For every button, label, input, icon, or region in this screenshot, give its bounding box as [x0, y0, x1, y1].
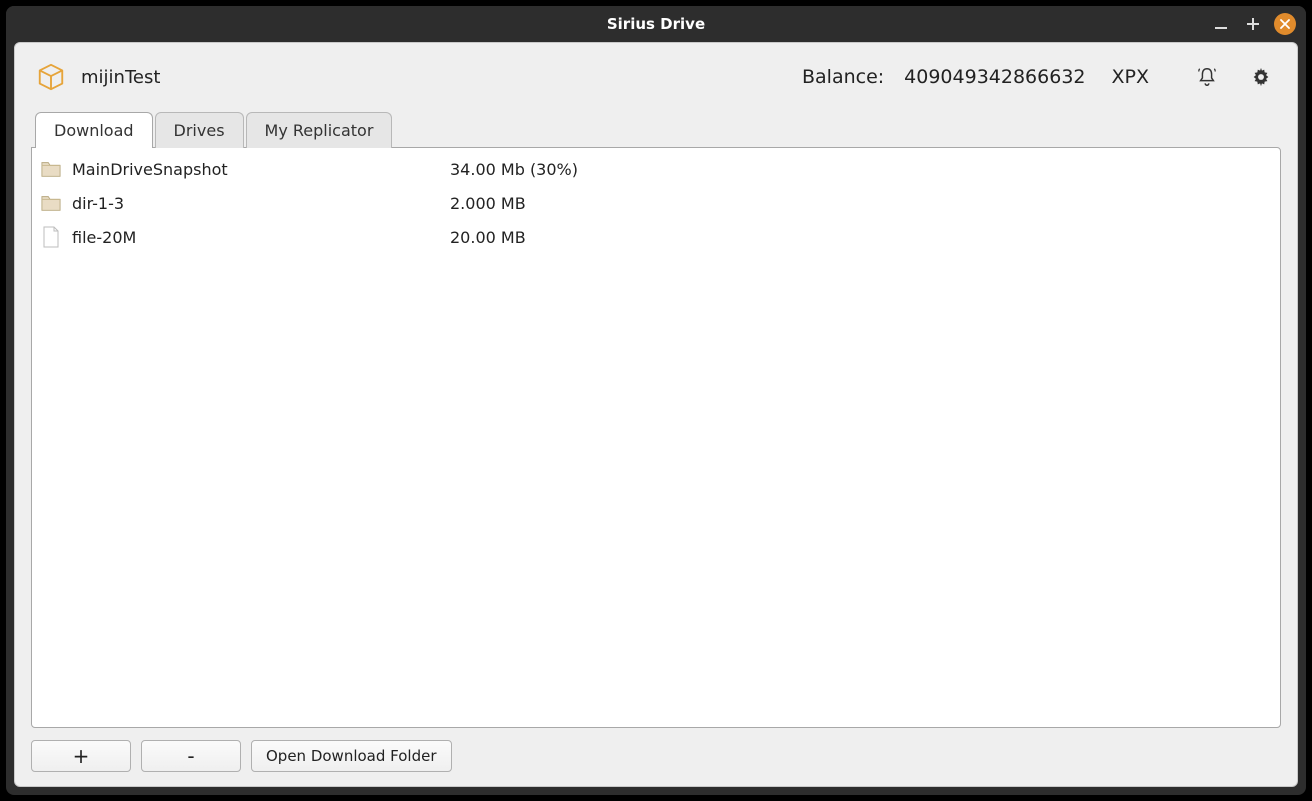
download-size: 34.00 Mb (30%)	[450, 160, 1268, 179]
tab-area: Download Drives My Replicator MainDriveS…	[31, 105, 1281, 772]
gear-icon	[1250, 66, 1272, 88]
app-window: Sirius Drive mijinTest Balance:	[6, 6, 1306, 795]
download-size: 20.00 MB	[450, 228, 1268, 247]
open-download-folder-button[interactable]: Open Download Folder	[251, 740, 452, 772]
folder-icon	[40, 192, 62, 214]
file-icon	[40, 226, 62, 248]
bottom-bar: + - Open Download Folder	[31, 728, 1281, 772]
app-name: mijinTest	[81, 67, 160, 88]
tabbar: Download Drives My Replicator	[35, 111, 1281, 147]
tab-download[interactable]: Download	[35, 112, 153, 148]
download-name: MainDriveSnapshot	[72, 160, 440, 179]
tab-drives[interactable]: Drives	[155, 112, 244, 148]
download-row[interactable]: dir-1-3 2.000 MB	[32, 186, 1280, 220]
client-area: mijinTest Balance: 409049342866632 XPX	[14, 42, 1298, 787]
maximize-button[interactable]	[1242, 13, 1264, 35]
settings-button[interactable]	[1247, 63, 1275, 91]
header-row: mijinTest Balance: 409049342866632 XPX	[31, 59, 1281, 105]
titlebar: Sirius Drive	[6, 6, 1306, 42]
remove-button[interactable]: -	[141, 740, 241, 772]
notifications-button[interactable]	[1193, 63, 1221, 91]
bell-icon	[1196, 66, 1218, 88]
download-name: dir-1-3	[72, 194, 440, 213]
balance-value: 409049342866632	[904, 66, 1085, 88]
close-button[interactable]	[1274, 13, 1296, 35]
balance-label: Balance:	[802, 66, 884, 88]
download-list: MainDriveSnapshot 34.00 Mb (30%) dir-1-3 2.…	[32, 148, 1280, 258]
balance-unit: XPX	[1112, 66, 1150, 88]
download-panel: MainDriveSnapshot 34.00 Mb (30%) dir-1-3 2.…	[31, 147, 1281, 728]
tab-my-replicator[interactable]: My Replicator	[246, 112, 393, 148]
download-row[interactable]: file-20M 20.00 MB	[32, 220, 1280, 254]
folder-icon	[40, 158, 62, 180]
download-name: file-20M	[72, 228, 440, 247]
download-size: 2.000 MB	[450, 194, 1268, 213]
download-row[interactable]: MainDriveSnapshot 34.00 Mb (30%)	[32, 152, 1280, 186]
window-title: Sirius Drive	[607, 15, 705, 33]
app-cube-icon	[35, 61, 67, 93]
window-controls	[1210, 6, 1296, 42]
add-button[interactable]: +	[31, 740, 131, 772]
minimize-button[interactable]	[1210, 13, 1232, 35]
